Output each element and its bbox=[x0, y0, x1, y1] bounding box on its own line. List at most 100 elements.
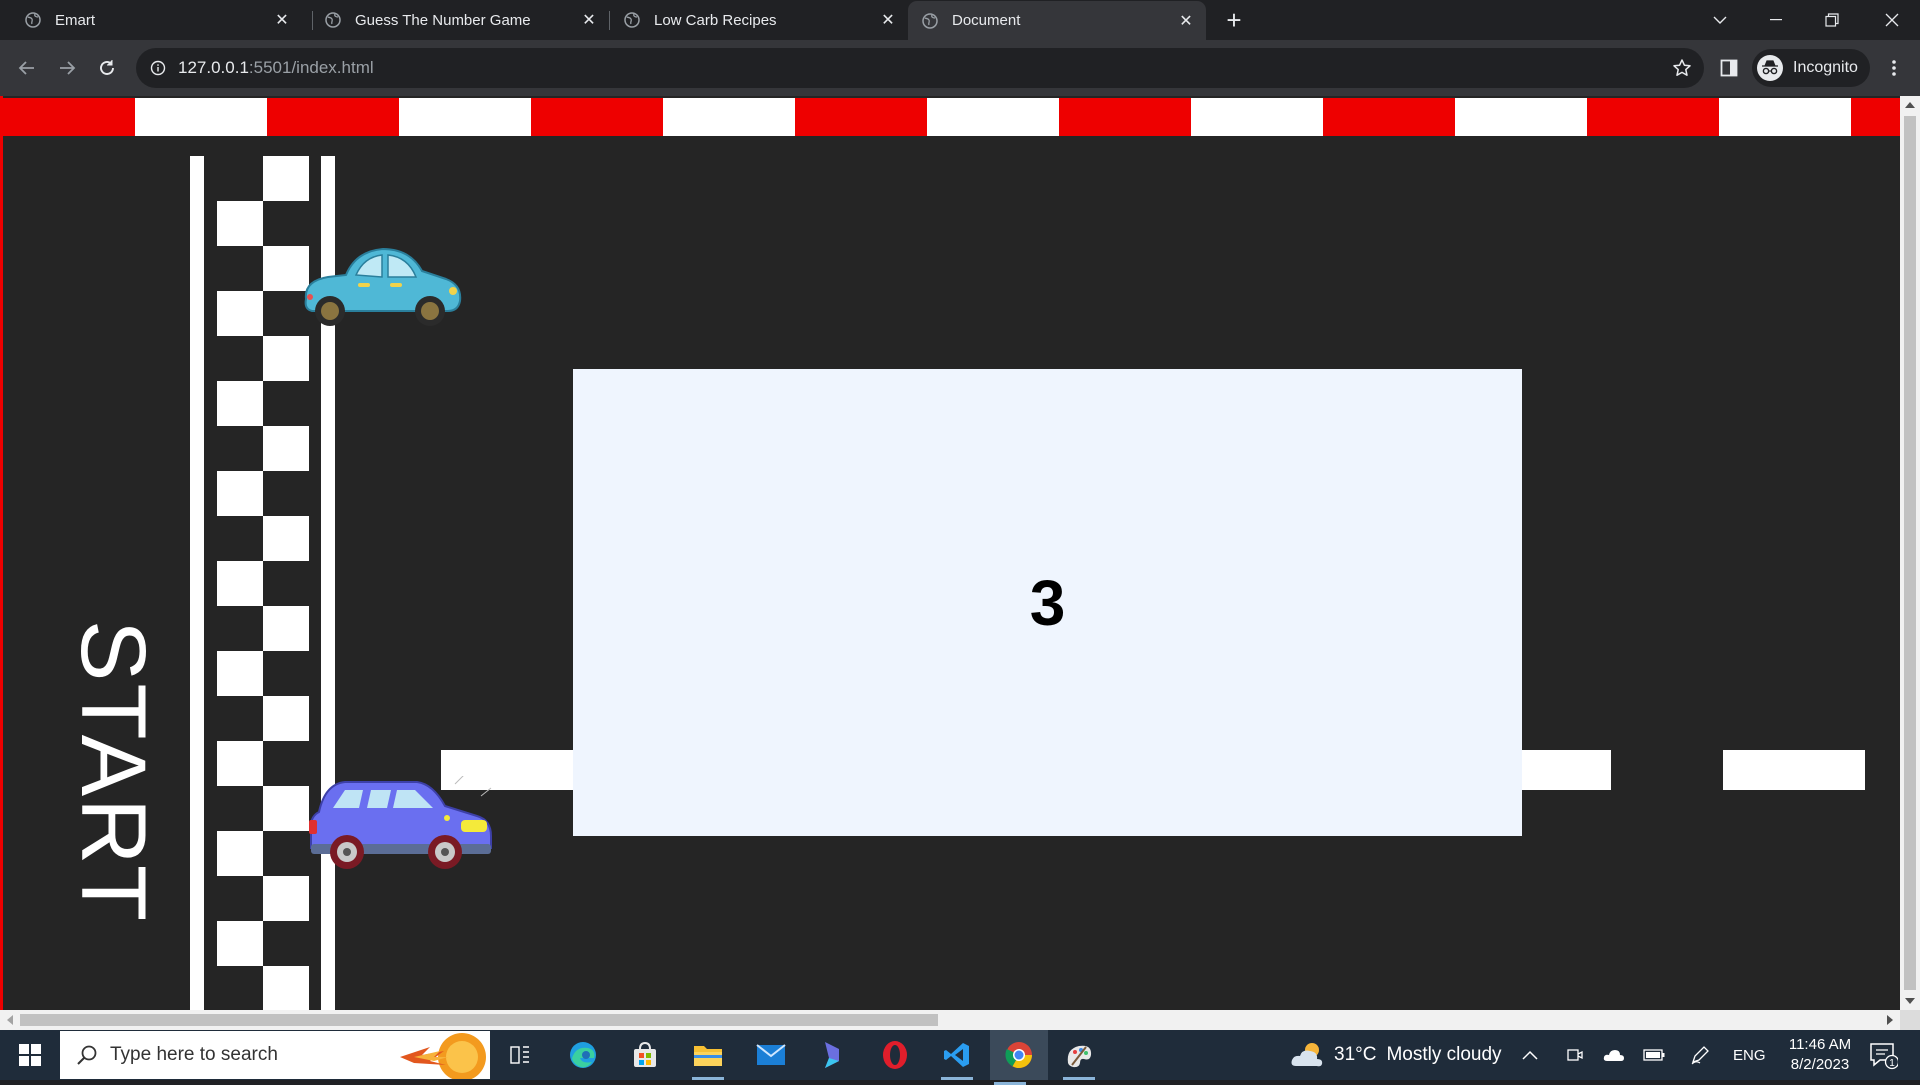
curb-segment bbox=[1851, 98, 1900, 136]
taskbar-clock[interactable]: 11:46 AM 8/2/2023 bbox=[1770, 1035, 1870, 1075]
folder-icon bbox=[694, 1046, 722, 1066]
taskbar-file-explorer[interactable] bbox=[688, 1035, 728, 1080]
taskbar-opera[interactable] bbox=[875, 1035, 915, 1075]
clock-date: 8/2/2023 bbox=[1790, 1056, 1850, 1073]
side-panel-button[interactable] bbox=[1713, 52, 1745, 84]
profile-label: Incognito bbox=[1793, 59, 1858, 76]
language-indicator[interactable]: ENG bbox=[1733, 1030, 1766, 1080]
url-host: 127.0.0.1 bbox=[178, 58, 249, 77]
tab-document[interactable]: Document ✕ bbox=[908, 1, 1206, 40]
bookmark-star-icon[interactable] bbox=[1672, 58, 1692, 78]
incognito-profile-button[interactable]: Incognito bbox=[1752, 49, 1870, 87]
taskbar-mail[interactable] bbox=[751, 1035, 791, 1075]
curb-segment bbox=[795, 98, 927, 136]
close-icon bbox=[1885, 13, 1899, 27]
tray-pen[interactable] bbox=[1690, 1030, 1710, 1080]
scroll-up-arrow-icon[interactable] bbox=[1905, 102, 1915, 108]
task-view-button[interactable] bbox=[500, 1035, 540, 1075]
forward-button[interactable] bbox=[51, 52, 83, 84]
scroll-right-arrow-icon[interactable] bbox=[1887, 1015, 1893, 1025]
opera-icon bbox=[883, 1041, 907, 1069]
taskbar-microsoft-store[interactable] bbox=[625, 1035, 665, 1075]
tray-meet-now[interactable] bbox=[1566, 1030, 1584, 1080]
restore-button[interactable] bbox=[1804, 0, 1860, 40]
back-button[interactable] bbox=[11, 52, 43, 84]
chevron-up-icon bbox=[1522, 1050, 1538, 1060]
mail-icon bbox=[756, 1044, 786, 1065]
minimize-button[interactable] bbox=[1748, 0, 1804, 40]
horizontal-scroll-thumb[interactable] bbox=[20, 1014, 938, 1026]
tray-battery[interactable] bbox=[1643, 1030, 1665, 1080]
arrow-right-icon bbox=[60, 61, 76, 75]
windows-start-button[interactable] bbox=[0, 1030, 60, 1080]
close-tab-icon[interactable]: ✕ bbox=[579, 10, 599, 30]
globe-icon bbox=[624, 12, 640, 28]
globe-icon bbox=[922, 12, 938, 29]
menu-button[interactable] bbox=[1878, 52, 1910, 84]
horizontal-scrollbar[interactable] bbox=[0, 1010, 1900, 1030]
taskbar-bing[interactable] bbox=[813, 1035, 853, 1075]
close-tab-icon[interactable]: ✕ bbox=[878, 10, 898, 30]
curb-segment bbox=[399, 98, 531, 136]
curb-segment bbox=[531, 98, 663, 136]
weather-desc: Mostly cloudy bbox=[1386, 1044, 1502, 1065]
start-text: START bbox=[62, 619, 165, 923]
tab-strip: Emart ✕ Guess The Number Game ✕ Low Carb… bbox=[0, 0, 1920, 40]
curb-segment bbox=[267, 98, 399, 136]
address-bar[interactable]: 127.0.0.1:5501/index.html bbox=[136, 48, 1704, 88]
reload-button[interactable] bbox=[91, 52, 123, 84]
tab-search-button[interactable] bbox=[1692, 0, 1748, 40]
browser-toolbar: 127.0.0.1:5501/index.html Incognito bbox=[0, 40, 1920, 96]
tab-low-carb-recipes[interactable]: Low Carb Recipes ✕ bbox=[610, 0, 908, 40]
weather-cloudy-icon bbox=[1291, 1043, 1323, 1067]
cloud-icon bbox=[1603, 1050, 1624, 1061]
tab-title: Guess The Number Game bbox=[355, 11, 531, 29]
clock-time: 11:46 AM bbox=[1788, 1036, 1852, 1053]
weather-temp: 31°C bbox=[1334, 1044, 1377, 1065]
scroll-left-arrow-icon[interactable] bbox=[7, 1015, 13, 1025]
opponent-car-purple-wagon bbox=[309, 776, 492, 869]
minimize-icon bbox=[1770, 19, 1782, 21]
url-path: :5501/index.html bbox=[248, 58, 374, 77]
close-tab-icon[interactable]: ✕ bbox=[272, 10, 292, 30]
new-tab-button[interactable]: + bbox=[1222, 7, 1246, 33]
globe-icon bbox=[325, 12, 341, 28]
taskbar-paint[interactable] bbox=[1059, 1035, 1099, 1080]
arrow-left-icon bbox=[18, 61, 34, 75]
pen-icon bbox=[1691, 1046, 1709, 1065]
scroll-down-arrow-icon[interactable] bbox=[1905, 998, 1915, 1004]
edge-icon bbox=[570, 1042, 596, 1068]
start-line-left bbox=[190, 156, 204, 1010]
taskbar-chrome[interactable] bbox=[990, 1030, 1048, 1085]
side-panel-icon bbox=[1720, 59, 1738, 77]
taskbar-edge[interactable] bbox=[563, 1035, 603, 1075]
track-curb bbox=[3, 98, 1900, 136]
taskbar-search-box[interactable]: Type here to search bbox=[60, 1031, 490, 1079]
close-window-button[interactable] bbox=[1864, 0, 1920, 40]
weather-widget[interactable]: 31°C Mostly cloudy bbox=[1290, 1030, 1502, 1080]
close-tab-icon[interactable]: ✕ bbox=[1176, 11, 1196, 31]
taskbar-vscode[interactable] bbox=[937, 1035, 977, 1080]
tab-guess-the-number[interactable]: Guess The Number Game ✕ bbox=[313, 0, 609, 40]
bing-icon bbox=[825, 1042, 839, 1068]
notification-center-icon[interactable]: 1 bbox=[1868, 1040, 1898, 1070]
paint-icon bbox=[1067, 1045, 1092, 1068]
curb-segment bbox=[3, 98, 135, 136]
show-hidden-icons-button[interactable] bbox=[1522, 1030, 1538, 1080]
vertical-scrollbar[interactable] bbox=[1900, 96, 1920, 1010]
info-icon[interactable] bbox=[150, 60, 166, 76]
curb-segment bbox=[927, 98, 1059, 136]
tab-title: Low Carb Recipes bbox=[654, 11, 777, 29]
tray-onedrive[interactable] bbox=[1603, 1030, 1625, 1080]
tab-title: Document bbox=[952, 12, 1021, 29]
tab-emart[interactable]: Emart ✕ bbox=[0, 0, 302, 40]
lane-marking bbox=[1522, 750, 1611, 790]
player-car-blue-beetle bbox=[304, 247, 462, 326]
meet-icon bbox=[1567, 1049, 1583, 1061]
page-viewport: START 3 bbox=[0, 96, 1900, 1010]
curb-segment bbox=[1587, 98, 1719, 136]
microsoft-store-icon bbox=[634, 1041, 656, 1067]
curb-segment bbox=[663, 98, 795, 136]
start-label: START bbox=[53, 619, 173, 922]
vertical-scroll-thumb[interactable] bbox=[1904, 116, 1916, 990]
